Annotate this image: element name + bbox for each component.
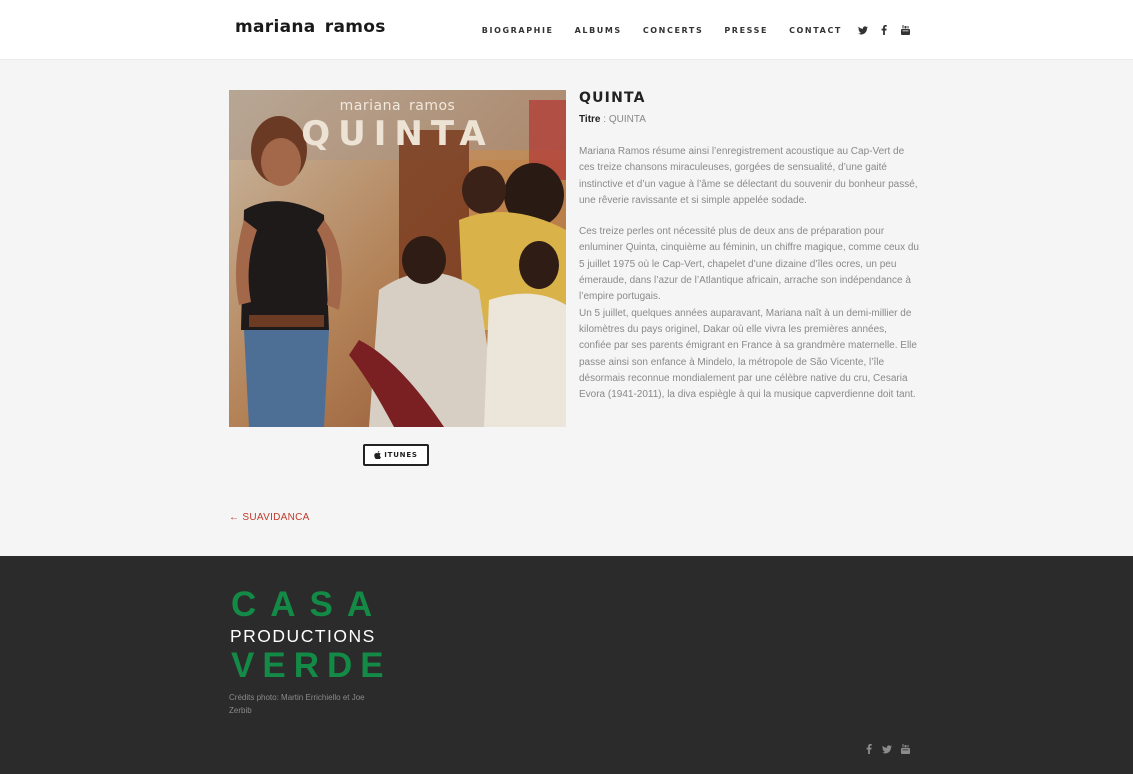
site-header: mariana ramos BIOGRAPHIE ALBUMS CONCERTS… bbox=[0, 0, 1133, 60]
twitter-icon[interactable] bbox=[858, 25, 868, 35]
cover-title-text: QUINTA bbox=[301, 114, 494, 154]
meta-value: QUINTA bbox=[608, 114, 646, 125]
meta-sep: : bbox=[600, 114, 609, 125]
photo-credits: Crédits photo: Martin Errichiello et Joe… bbox=[229, 693, 365, 715]
footer-logo-productions: PRODUCTIONS bbox=[230, 626, 376, 646]
nav-albums[interactable]: ALBUMS bbox=[575, 26, 622, 35]
nav-concerts[interactable]: CONCERTS bbox=[643, 26, 704, 35]
twitter-icon[interactable] bbox=[882, 744, 892, 754]
footer-logo-casa: CASA bbox=[231, 585, 387, 624]
site-footer: CASA PRODUCTIONS VERDE Crédits photo: Ma… bbox=[0, 556, 1133, 774]
youtube-icon[interactable] bbox=[900, 25, 910, 35]
header-social bbox=[858, 25, 910, 35]
itunes-button[interactable]: ITUNES bbox=[363, 444, 429, 466]
apple-icon bbox=[374, 451, 382, 459]
meta-label: Titre bbox=[579, 114, 601, 125]
album-title: QUINTA bbox=[579, 90, 646, 106]
facebook-icon[interactable] bbox=[879, 25, 889, 35]
footer-social bbox=[864, 744, 918, 754]
description-paragraph-1: Mariana Ramos résume ainsi l’enregistrem… bbox=[579, 146, 918, 206]
nav-biographie[interactable]: BIOGRAPHIE bbox=[482, 26, 554, 35]
album-cover-image: mariana ramos QUINTA bbox=[229, 90, 566, 427]
facebook-icon[interactable] bbox=[864, 744, 874, 754]
nav-presse[interactable]: PRESSE bbox=[724, 26, 768, 35]
itunes-button-label: ITUNES bbox=[384, 451, 418, 459]
description-paragraph-2: Ces treize perles ont nécessité plus de … bbox=[579, 226, 919, 303]
cover-artist-text: mariana ramos bbox=[339, 98, 456, 114]
main-nav: BIOGRAPHIE ALBUMS CONCERTS PRESSE CONTAC… bbox=[482, 0, 1133, 60]
site-logo[interactable]: mariana ramos bbox=[235, 17, 386, 37]
youtube-icon[interactable] bbox=[900, 744, 910, 754]
previous-album-link[interactable]: ← SUAVIDANCA bbox=[229, 512, 310, 523]
album-description: Mariana Ramos résume ainsi l’enregistrem… bbox=[579, 144, 919, 403]
album-meta: Titre : QUINTA bbox=[579, 114, 646, 125]
footer-logo-verde: VERDE bbox=[231, 646, 392, 685]
nav-contact[interactable]: CONTACT bbox=[789, 26, 842, 35]
description-paragraph-3: Un 5 juillet, quelques années auparavant… bbox=[579, 307, 917, 401]
